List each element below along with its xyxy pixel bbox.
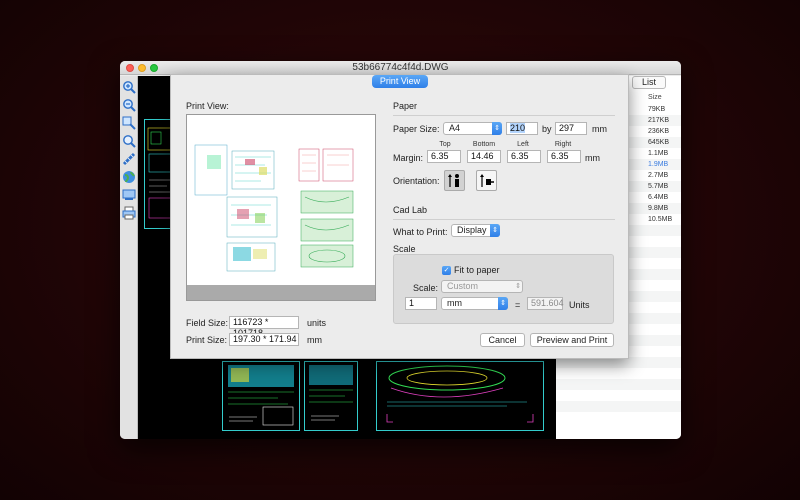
- margin-top-label: Top: [439, 141, 451, 148]
- list-view-button[interactable]: List: [632, 76, 666, 89]
- fit-to-paper-checkbox[interactable]: ✓: [442, 266, 451, 275]
- margin-label: Margin:: [393, 153, 424, 163]
- paper-units: mm: [592, 124, 607, 134]
- paper-size-popup[interactable]: A4 ⇕: [443, 122, 502, 135]
- what-to-print-value: Display: [457, 225, 487, 235]
- margin-right-field[interactable]: 6.35: [547, 150, 581, 163]
- globe-icon[interactable]: [122, 170, 136, 184]
- empty-list-row: [556, 401, 681, 412]
- preview-page: [187, 115, 375, 285]
- print-icon[interactable]: [122, 206, 136, 220]
- landscape-orientation-button[interactable]: [476, 170, 497, 191]
- field-size-field: 116723 * 101718: [229, 316, 299, 338]
- empty-list-row: [556, 379, 681, 390]
- portrait-orientation-button[interactable]: [444, 170, 465, 191]
- zoom-out-icon[interactable]: [122, 98, 136, 112]
- preview-and-print-button[interactable]: Preview and Print: [530, 333, 614, 347]
- print-view-tab[interactable]: Print View: [372, 75, 428, 88]
- margin-left-label: Left: [517, 141, 529, 148]
- empty-list-row: [556, 390, 681, 401]
- fit-to-paper-label: Fit to paper: [454, 265, 500, 275]
- by-label: by: [542, 124, 552, 134]
- margin-bottom-field[interactable]: 14.46: [467, 150, 501, 163]
- empty-list-row: [556, 368, 681, 379]
- scale-popup[interactable]: Custom ⇕: [441, 280, 523, 293]
- paper-size-value: A4: [449, 123, 461, 133]
- print-size-label: Print Size:: [186, 335, 228, 345]
- scale-unit-value: mm: [447, 298, 462, 308]
- chevron-up-down-icon: ⇕: [492, 122, 502, 135]
- chevron-up-down-icon: ⇕: [515, 283, 521, 290]
- chevron-up-down-icon: ⇕: [490, 224, 500, 237]
- orientation-label: Orientation:: [393, 176, 440, 186]
- what-to-print-popup[interactable]: Display ⇕: [451, 224, 500, 237]
- file-size: 645KB: [648, 139, 670, 146]
- cancel-button[interactable]: Cancel: [480, 333, 525, 347]
- scale-value: Custom: [447, 281, 479, 291]
- print-sheet: Print View Print View: Field Size: 11672…: [170, 74, 629, 359]
- paper-height-field[interactable]: 297: [555, 122, 587, 135]
- paper-section-header: Paper: [393, 101, 418, 111]
- scale-unit-popup[interactable]: mm ⇕: [441, 297, 508, 310]
- print-view-label: Print View:: [186, 101, 229, 111]
- file-size: 6.4MB: [648, 194, 669, 201]
- chevron-up-down-icon: ⇕: [498, 297, 508, 310]
- zoom-window-icon[interactable]: [122, 134, 136, 148]
- divider: [393, 115, 615, 116]
- scale-section-header: Scale: [393, 244, 416, 254]
- margin-units: mm: [585, 153, 600, 163]
- print-size-field: 197.30 * 171.94: [229, 333, 299, 346]
- scale-group-box: ✓ Fit to paper Scale: Custom ⇕ 1 mm ⇕ = …: [393, 254, 614, 324]
- file-size: 10.5MB: [648, 216, 673, 223]
- margin-left-field[interactable]: 6.35: [507, 150, 541, 163]
- what-to-print-label: What to Print:: [393, 227, 448, 237]
- file-size: 9.8MB: [648, 205, 669, 212]
- field-size-units: units: [307, 318, 327, 328]
- file-size: 5.7MB: [648, 183, 669, 190]
- tool-palette: [120, 76, 138, 439]
- field-size-label: Field Size:: [186, 318, 229, 328]
- layers-icon[interactable]: [122, 188, 136, 202]
- file-size: 217KB: [648, 117, 670, 124]
- scale-result-field: 591.604: [527, 297, 564, 310]
- paper-width-field[interactable]: 210: [506, 122, 538, 135]
- window-title: 53b66774c4f4d.DWG: [352, 62, 449, 73]
- file-size: 2.7MB: [648, 172, 669, 179]
- margin-bottom-label: Bottom: [472, 141, 496, 148]
- size-column-header[interactable]: Size: [648, 94, 662, 101]
- drawing-sheet-thumbnail: [304, 361, 358, 431]
- margin-top-field[interactable]: 6.35: [427, 150, 461, 163]
- cadlab-section-header: Cad Lab: [393, 205, 428, 215]
- approx-equals-symbol: =: [515, 300, 521, 310]
- drawing-sheet-thumbnail: [222, 361, 300, 431]
- print-preview: [186, 114, 376, 301]
- measure-icon[interactable]: [122, 152, 136, 166]
- drawing-sheet-thumbnail: [376, 361, 544, 431]
- zoom-fit-icon[interactable]: [122, 116, 136, 130]
- divider: [393, 219, 615, 220]
- file-size: 236KB: [648, 128, 670, 135]
- scale-label: Scale:: [413, 283, 439, 293]
- paper-size-label: Paper Size:: [393, 124, 440, 134]
- print-size-units: mm: [307, 335, 322, 345]
- scale-result-units: Units: [569, 300, 590, 310]
- file-size: 1.1MB: [648, 150, 669, 157]
- scale-amount-field[interactable]: 1: [405, 297, 437, 310]
- zoom-in-icon[interactable]: [122, 80, 136, 94]
- file-size: 1.9MB: [648, 161, 669, 168]
- margin-right-label: Right: [554, 141, 572, 148]
- title-bar: 53b66774c4f4d.DWG: [120, 61, 681, 75]
- file-size: 79KB: [648, 106, 666, 113]
